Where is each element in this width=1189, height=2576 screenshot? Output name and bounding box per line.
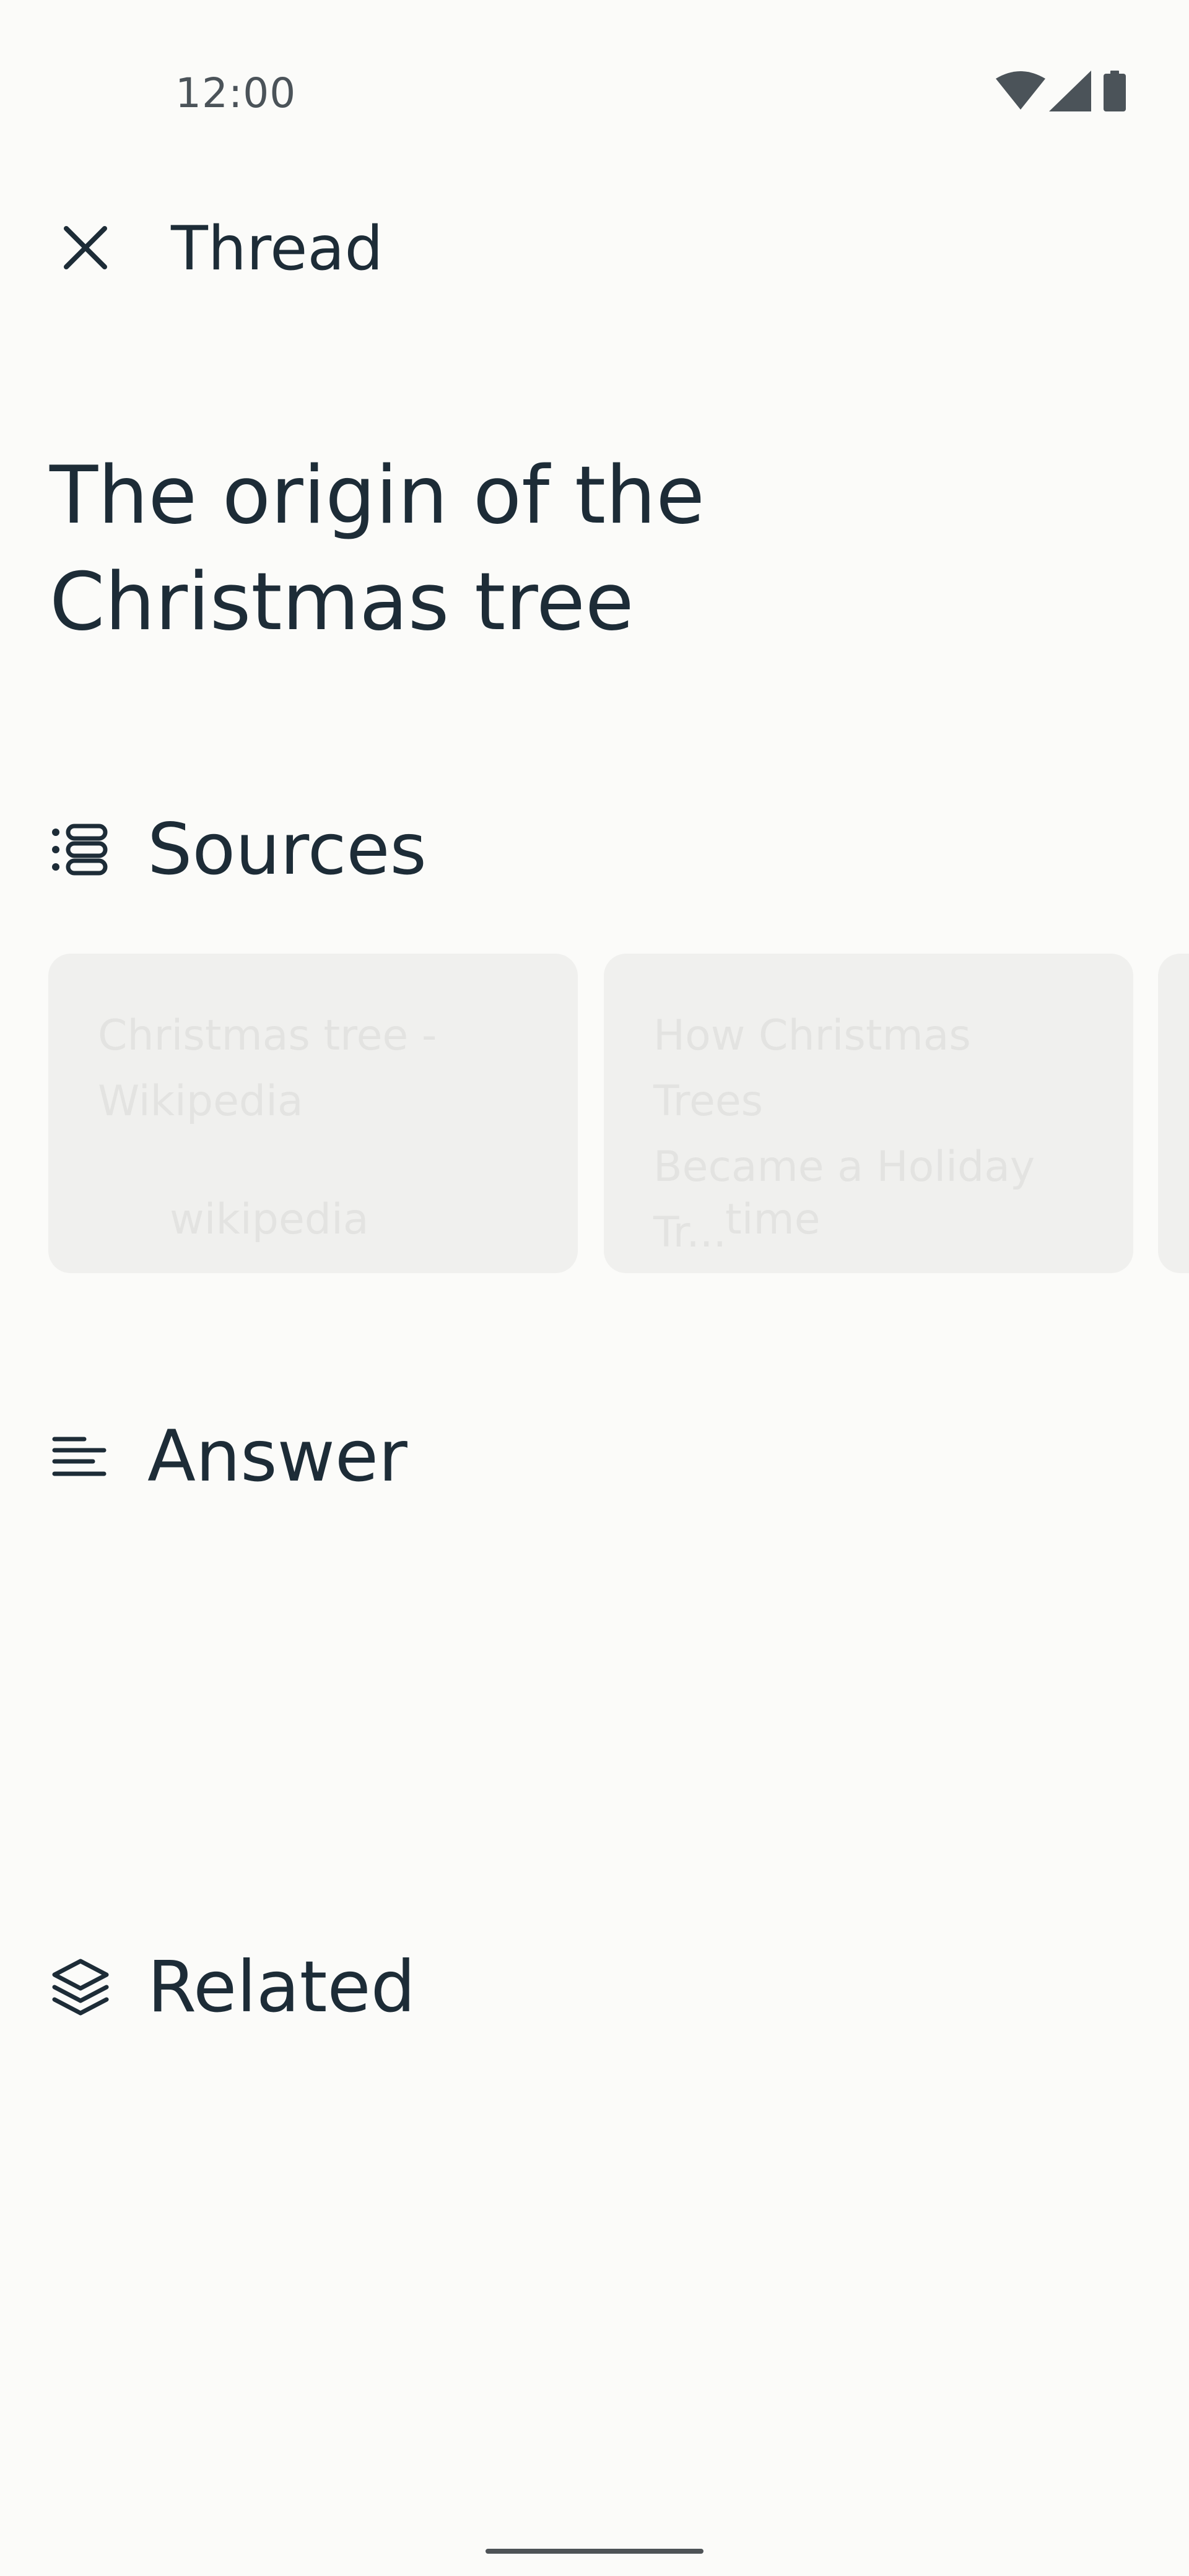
battery-icon [1104,71,1126,111]
wifi-icon [996,71,1045,111]
layers-icon [50,1953,118,2021]
source-card-domain: time [725,1195,821,1244]
sources-list-icon [50,816,118,884]
page-title: The origin of the Christmas tree [50,450,705,648]
close-icon [63,225,108,273]
source-card-title: How Christmas Trees Became a Holiday Tr.… [653,1011,1035,1257]
sources-section-header: Sources [50,808,427,890]
related-section-header: Related [50,1946,416,2028]
source-card-domain: wikipedia [170,1195,369,1244]
source-card-title: Christmas tree - Wikipedia [98,1011,437,1126]
topbar-title: Thread [171,214,383,284]
status-icons [996,69,1126,113]
sources-label: Sources [147,808,427,890]
source-card[interactable]: Christmas tree - Wikipedia wikipedia [48,954,578,1273]
cellular-signal-icon [1049,71,1091,111]
close-button[interactable] [47,211,124,287]
answer-section-header: Answer [50,1415,407,1497]
home-indicator[interactable] [486,2549,703,2554]
related-label: Related [147,1946,416,2028]
sources-carousel[interactable]: Christmas tree - Wikipedia wikipedia How… [48,954,1189,1273]
source-card[interactable] [1158,954,1189,1273]
status-time: 12:00 [175,69,297,117]
source-card[interactable]: How Christmas Trees Became a Holiday Tr.… [604,954,1133,1273]
text-lines-icon [50,1422,118,1490]
answer-label: Answer [147,1415,407,1497]
